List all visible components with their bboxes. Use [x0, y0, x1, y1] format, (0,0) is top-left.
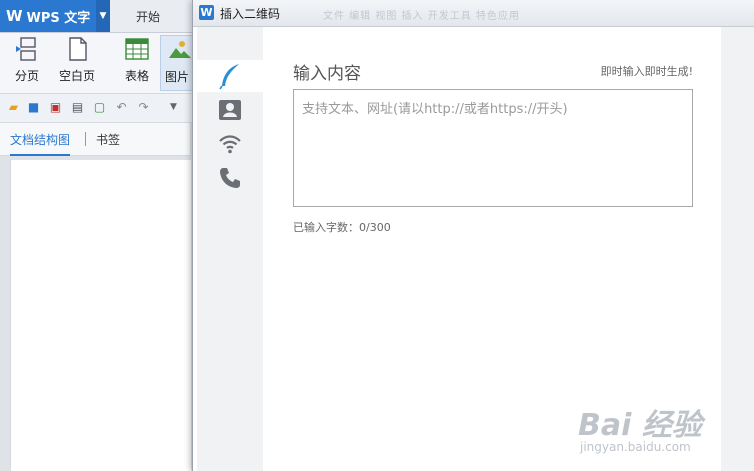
customize-toolbar-icon[interactable]: ▼: [166, 100, 181, 115]
tab-start[interactable]: 开始: [112, 0, 184, 32]
page-break-label: 分页: [14, 69, 39, 83]
instant-generate-hint: 即时输入即时生成!: [600, 65, 693, 78]
wifi-icon: [219, 135, 241, 154]
blank-page-button[interactable]: 空白页: [52, 35, 102, 91]
picture-icon: [169, 41, 191, 58]
table-button[interactable]: 表格: [118, 35, 156, 91]
chevron-down-icon[interactable]: ▼: [96, 0, 110, 32]
nav-tabs: 文档结构图 书签: [0, 123, 190, 156]
input-heading: 输入内容: [293, 64, 361, 84]
blank-page-icon: [69, 37, 87, 61]
preview-strip: [721, 27, 754, 471]
contact-card-icon: [219, 100, 241, 120]
ghost-ribbon-tabs: 文件 编辑 视图 插入 开发工具 特色应用: [323, 11, 520, 22]
dialog-titlebar[interactable]: W 插入二维码 文件 编辑 视图 插入 开发工具 特色应用: [193, 0, 754, 27]
app-menu-button[interactable]: W WPS 文字 ▼: [0, 0, 110, 32]
nav-tab-divider: [85, 132, 86, 146]
qr-content-input[interactable]: [293, 89, 693, 207]
tab-doc-structure[interactable]: 文档结构图: [10, 131, 71, 156]
open-folder-icon[interactable]: ▰: [6, 100, 21, 115]
phone-icon: [220, 168, 240, 188]
print-icon[interactable]: ▤: [70, 100, 85, 115]
doc-structure-panel: [10, 160, 191, 471]
picture-button[interactable]: 图片: [160, 35, 194, 91]
table-label: 表格: [124, 69, 149, 83]
insert-qr-dialog: W 插入二维码 文件 编辑 视图 插入 开发工具 特色应用 输入内容 即时输入即…: [192, 0, 754, 471]
char-count: 已输入字数：0/300: [293, 221, 391, 234]
undo-icon[interactable]: ↶: [114, 100, 129, 115]
page-break-icon: [16, 37, 36, 61]
wps-logo-icon: W: [199, 5, 214, 20]
sidebar-item-contact[interactable]: [197, 94, 263, 126]
page-break-button[interactable]: 分页: [8, 35, 46, 91]
qr-content-panel: 输入内容 即时输入即时生成! 已输入字数：0/300: [263, 27, 721, 471]
pdf-export-icon[interactable]: ▣: [48, 100, 63, 115]
sidebar-item-phone[interactable]: [197, 162, 263, 194]
app-name: WPS 文字: [26, 10, 91, 26]
picture-label: 图片: [164, 70, 189, 84]
redo-icon[interactable]: ↷: [136, 100, 151, 115]
print-preview-icon[interactable]: ▢: [92, 100, 107, 115]
sidebar-item-wifi[interactable]: [197, 128, 263, 160]
wps-logo-icon: W: [6, 7, 23, 25]
feather-icon: [219, 64, 239, 90]
dialog-title: 插入二维码: [220, 7, 281, 21]
save-icon[interactable]: ■: [26, 100, 41, 115]
sidebar-item-text[interactable]: [197, 60, 263, 92]
table-icon: [125, 38, 149, 60]
blank-page-label: 空白页: [58, 69, 95, 83]
tab-bookmarks[interactable]: 书签: [96, 131, 120, 148]
qr-type-sidebar: [197, 27, 263, 471]
